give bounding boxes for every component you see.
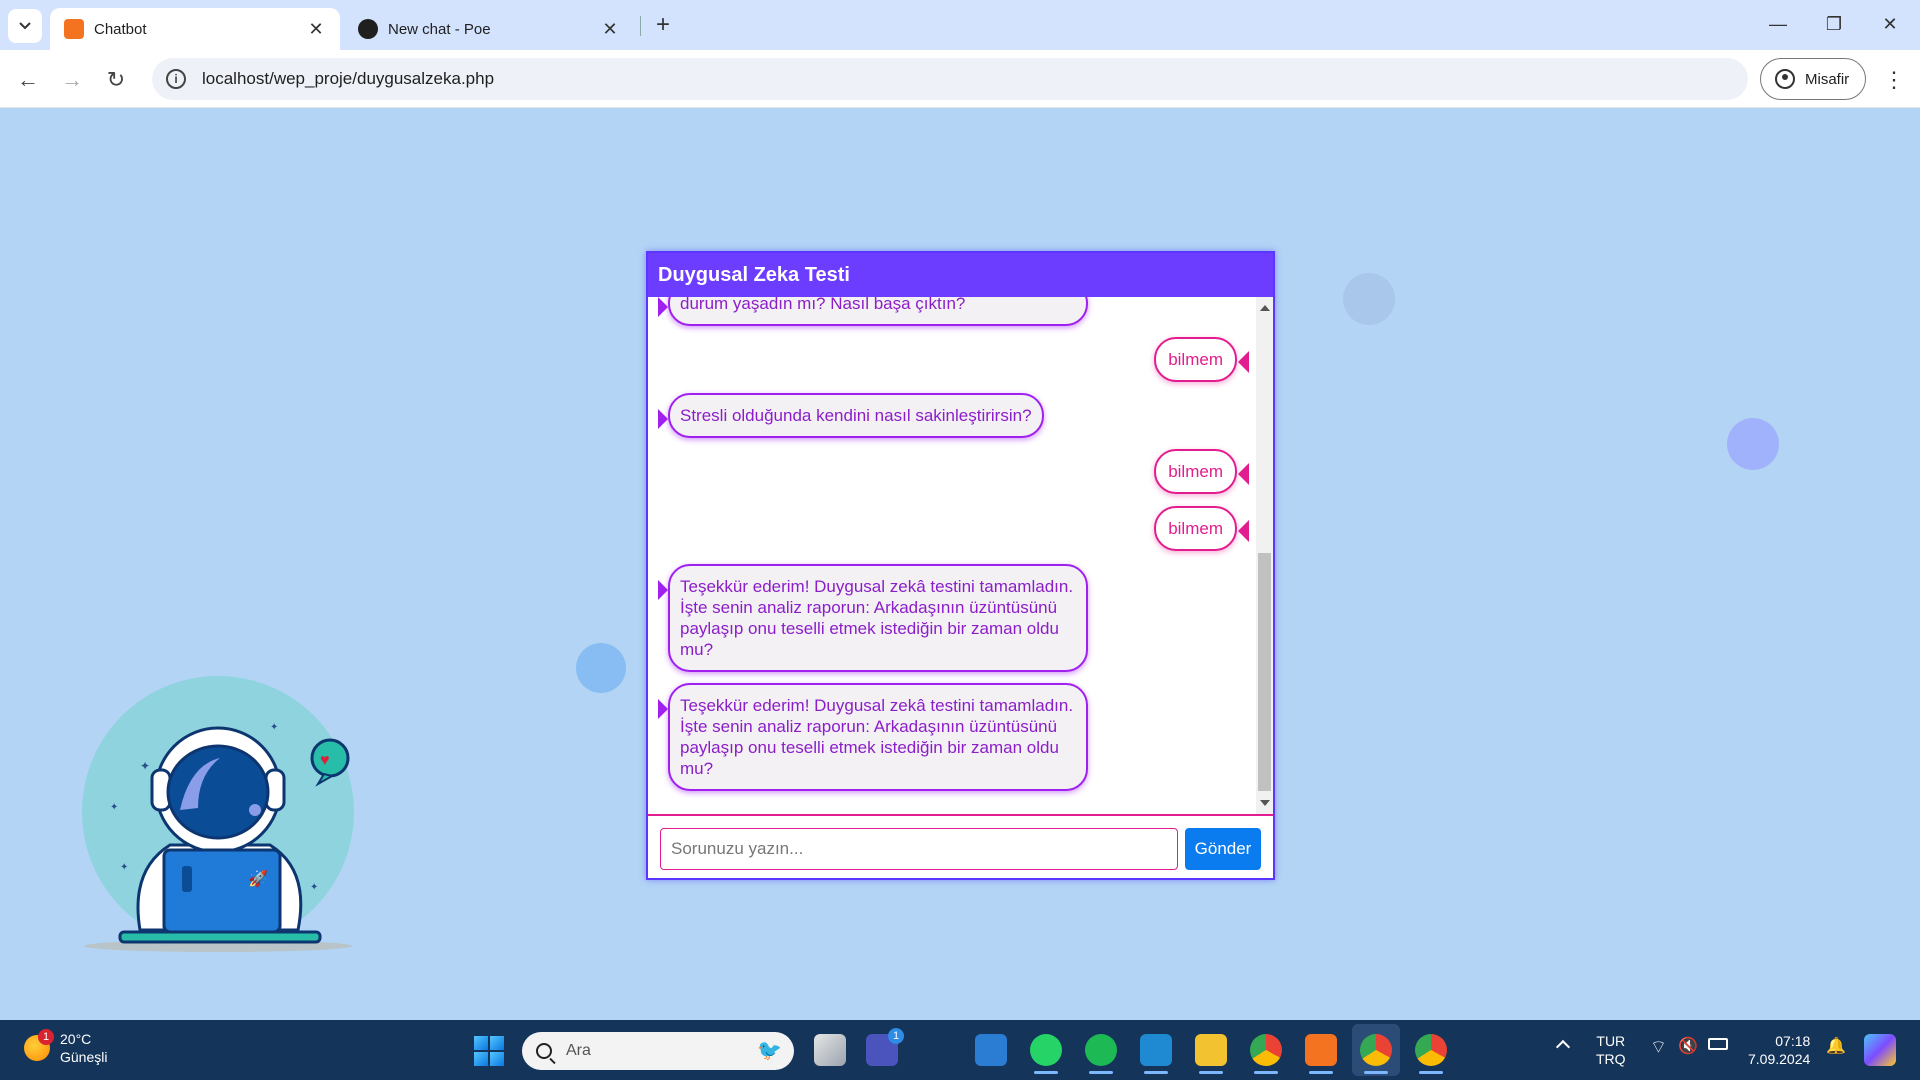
weather-condition: Güneşli	[60, 1049, 108, 1065]
weather-widget[interactable]: 1 20°C Güneşli	[24, 1029, 108, 1066]
minimize-icon[interactable]: —	[1750, 8, 1806, 40]
weather-temp: 20°C	[60, 1031, 92, 1047]
new-tab-button[interactable]: +	[648, 10, 678, 40]
clock-time: 07:18	[1775, 1033, 1811, 1049]
spotify-icon[interactable]	[1085, 1034, 1117, 1074]
window-close-icon[interactable]: ✕	[1862, 8, 1918, 40]
more-menu-icon[interactable]: ⋮	[1880, 64, 1908, 96]
send-button[interactable]: Gönder	[1185, 828, 1261, 870]
scrollbar-thumb[interactable]	[1258, 553, 1271, 791]
mail-icon[interactable]	[975, 1034, 1007, 1066]
svg-text:✦: ✦	[310, 882, 318, 893]
language-line2: TRQ	[1596, 1051, 1626, 1067]
vscode-icon[interactable]	[1140, 1034, 1172, 1074]
volume-muted-icon[interactable]: 🔇	[1678, 1038, 1698, 1056]
restore-icon[interactable]: ❐	[1806, 8, 1862, 40]
question-input[interactable]	[660, 828, 1178, 870]
heart-icon: ♥	[320, 752, 330, 769]
clock-date: 7.09.2024	[1748, 1051, 1811, 1067]
chat-messages[interactable]: durum yaşadın mı? Nasıl başa çıktın? bil…	[648, 297, 1273, 814]
tab-title: Chatbot	[94, 20, 147, 38]
chrome-icon[interactable]	[1360, 1034, 1392, 1074]
whatsapp-icon[interactable]	[1030, 1034, 1062, 1074]
forward-arrow-icon[interactable]: →	[56, 64, 88, 96]
chat-bubble-icon	[310, 738, 350, 778]
teams-icon[interactable]: 1	[866, 1028, 904, 1066]
svg-text:✦: ✦	[270, 722, 278, 733]
site-info-icon[interactable]: i	[166, 69, 186, 89]
battery-icon[interactable]	[1708, 1038, 1728, 1050]
decorative-circle	[576, 643, 626, 693]
bot-message: Stresli olduğunda kendini nasıl sakinleş…	[658, 393, 1044, 438]
profile-avatar-icon	[1775, 69, 1795, 89]
browser-tabstrip: Chatbot ✕ New chat - Poe ✕ + — ❐ ✕	[0, 0, 1920, 50]
url-text: localhost/wep_proje/duygusalzeka.php	[202, 69, 495, 88]
user-message: bilmem	[1154, 506, 1249, 551]
svg-text:✦: ✦	[120, 862, 128, 873]
scroll-up-icon[interactable]	[1260, 305, 1270, 311]
chevron-down-icon	[19, 22, 31, 30]
close-tab-icon[interactable]: ✕	[600, 19, 620, 40]
bot-message: durum yaşadın mı? Nasıl başa çıktın?	[658, 297, 1088, 326]
notification-bell-icon[interactable]: 🔔	[1826, 1038, 1846, 1056]
language-indicator[interactable]: TUR TRQ	[1596, 1032, 1626, 1068]
close-tab-icon[interactable]: ✕	[306, 19, 326, 40]
svg-text:🚀: 🚀	[248, 869, 268, 888]
wifi-icon[interactable]: ⌔	[1650, 1038, 1667, 1056]
browser-toolbar: ← → ↻ i localhost/wep_proje/duygusalzeka…	[0, 50, 1920, 108]
poe-favicon-icon	[358, 19, 378, 39]
chat-input-area: Gönder	[648, 814, 1273, 878]
task-view-icon[interactable]	[814, 1034, 846, 1066]
tab-separator	[640, 16, 641, 36]
chat-scrollbar[interactable]	[1256, 297, 1273, 814]
user-message: bilmem	[1154, 449, 1249, 494]
file-explorer-icon[interactable]	[1195, 1034, 1227, 1074]
bot-message: Teşekkür ederim! Duygusal zekâ testini t…	[658, 683, 1088, 791]
user-message: bilmem	[1154, 337, 1249, 382]
tab-title: New chat - Poe	[388, 20, 491, 38]
decorative-circle	[1343, 273, 1395, 325]
chat-title: Duygusal Zeka Testi	[648, 253, 1273, 297]
teams-badge: 1	[888, 1028, 904, 1044]
address-bar[interactable]: i localhost/wep_proje/duygusalzeka.php	[152, 58, 1748, 100]
clock[interactable]: 07:18 7.09.2024	[1748, 1032, 1810, 1068]
xampp-icon[interactable]	[1305, 1034, 1337, 1074]
astronaut-laptop-illustration: ✦ ✦ ✦ ✦ ✦ 🚀 ♥	[82, 676, 354, 952]
chat-window: Duygusal Zeka Testi durum yaşadın mı? Na…	[646, 251, 1275, 880]
weather-badge: 1	[38, 1029, 54, 1045]
chrome-icon[interactable]	[1250, 1034, 1282, 1074]
tab-chatbot[interactable]: Chatbot ✕	[50, 8, 340, 50]
copilot-icon[interactable]	[1864, 1034, 1896, 1066]
windows-start-icon[interactable]	[474, 1036, 504, 1066]
tab-search-button[interactable]	[8, 9, 42, 43]
taskbar-search-placeholder: Ara	[566, 1042, 591, 1059]
hummingbird-icon: 🐦	[757, 1040, 782, 1062]
search-icon	[536, 1043, 552, 1059]
back-arrow-icon[interactable]: ←	[12, 64, 44, 96]
sparkle-icon: ✦	[140, 759, 150, 773]
tab-poe[interactable]: New chat - Poe ✕	[344, 8, 634, 50]
bot-message: Teşekkür ederim! Duygusal zekâ testini t…	[658, 564, 1088, 672]
xampp-favicon-icon	[64, 19, 84, 39]
profile-button[interactable]: Misafir	[1760, 58, 1866, 100]
reload-icon[interactable]: ↻	[100, 64, 132, 96]
sun-icon: 1	[24, 1029, 54, 1061]
profile-label: Misafir	[1805, 70, 1850, 88]
taskbar: 1 20°C Güneşli Ara 🐦 1 TUR TRQ ⌔ 🔇 07:18…	[0, 1020, 1920, 1080]
svg-text:✦: ✦	[110, 802, 118, 813]
chrome-profile-icon[interactable]	[1415, 1034, 1447, 1074]
decorative-circle	[1727, 418, 1779, 470]
taskbar-search[interactable]: Ara 🐦	[522, 1032, 794, 1070]
chevron-up-icon[interactable]	[1555, 1039, 1571, 1055]
scroll-down-icon[interactable]	[1260, 800, 1270, 806]
language-line1: TUR	[1596, 1033, 1626, 1049]
